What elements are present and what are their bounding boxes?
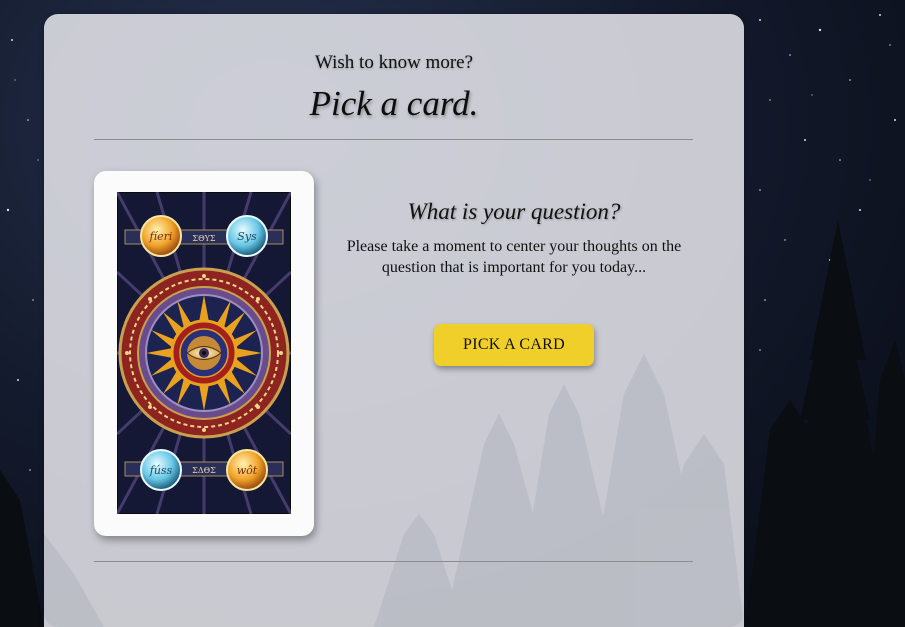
page-subtitle: Wish to know more?	[314, 52, 474, 73]
reading-panel: Wish to know more? Pick a card. ΣΘΥΣ ΣΔΘ…	[44, 14, 744, 627]
tarot-card-back[interactable]: ΣΘΥΣ ΣΔΘΣ fíeri Sys fúss wôt	[94, 171, 314, 536]
card-corner-label-bottom-left: fúss	[149, 464, 173, 477]
question-heading: What is your question?	[407, 199, 621, 224]
card-band-text-bottom: ΣΔΘΣ	[192, 466, 216, 475]
card-band-text-top: ΣΘΥΣ	[192, 234, 215, 243]
top-divider	[94, 139, 693, 140]
card-corner-label-top-right: Sys	[237, 230, 257, 243]
page-title: Pick a card.	[309, 84, 479, 123]
card-back-artwork: ΣΘΥΣ ΣΔΘΣ fíeri Sys fúss wôt	[117, 192, 291, 514]
question-description: Please take a moment to center your thou…	[346, 238, 682, 276]
card-corner-label-top-left: fíeri	[149, 230, 173, 243]
card-corner-label-bottom-right: wôt	[237, 464, 258, 477]
bottom-divider	[94, 561, 693, 562]
pick-a-card-button[interactable]: PICK A CARD	[434, 324, 594, 366]
